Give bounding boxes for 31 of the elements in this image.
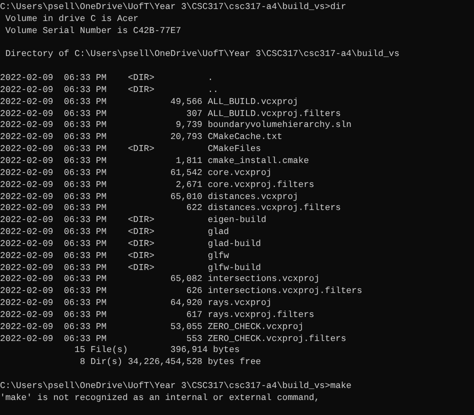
directory-entry: 2022-02-09 06:33 PM 20,793 CMakeCache.txt bbox=[0, 132, 282, 144]
directory-entry: 2022-02-09 06:33 PM <DIR> glfw-build bbox=[0, 262, 261, 274]
output-line: Volume in drive C is Acer bbox=[4, 14, 138, 26]
directory-entry: 2022-02-09 06:33 PM 64,920 rays.vcxproj bbox=[0, 298, 272, 310]
directory-entry: 2022-02-09 06:33 PM 2,671 core.vcxproj.filters bbox=[0, 180, 314, 192]
directory-entry: 2022-02-09 06:33 PM <DIR> eigen-build bbox=[0, 215, 266, 228]
directory-entry: 2022-02-09 06:33 PM 61,542 core.vcxproj bbox=[0, 168, 272, 180]
directory-entry: 2022-02-09 06:33 PM <DIR> glad-build bbox=[0, 238, 261, 251]
directory-entry: 2022-02-09 06:33 PM 1,811 cmake_install.cmake bbox=[0, 156, 309, 168]
directory-entry: 2022-02-09 06:33 PM 49,566 ALL_BUILD.vcxproj bbox=[0, 96, 298, 109]
summary-line: 8 Dir(s) 34,226,454,528 bytes free bbox=[78, 357, 261, 370]
directory-entry: 2022-02-09 06:33 PM 553 ZERO_CHECK.vcxproj.filters bbox=[0, 334, 346, 346]
directory-entry: 2022-02-09 06:33 PM 65,010 distances.vcxproj bbox=[0, 192, 298, 204]
directory-entry: 2022-02-09 06:33 PM <DIR> . bbox=[0, 73, 214, 85]
command-line: C:\Users\psell\OneDrive\UofT\Year 3\CSC317\csc317-a4\build_vs>dir bbox=[0, 2, 346, 14]
command-line: C:\Users\psell\OneDrive\UofT\Year 3\CSC317\csc317-a4\build_vs>make bbox=[0, 381, 352, 393]
directory-entry: 2022-02-09 06:33 PM 9,739 boundaryvolumehierarchy.sln bbox=[0, 120, 352, 132]
directory-entry: 2022-02-09 06:33 PM 53,055 ZERO_CHECK.vcxproj bbox=[0, 322, 304, 334]
error-message: 'make' is not recognized as an internal or external command, bbox=[0, 392, 320, 405]
directory-entry: 2022-02-09 06:33 PM 65,082 intersections.vcxproj bbox=[0, 274, 320, 286]
directory-entry: 2022-02-09 06:33 PM <DIR> glad bbox=[0, 227, 230, 239]
summary-line: 15 File(s) 396,914 bytes bbox=[74, 345, 240, 358]
directory-entry: 2022-02-09 06:33 PM 626 intersections.vcxproj.filters bbox=[0, 286, 362, 298]
directory-entry: 2022-02-09 06:33 PM <DIR> CMakeFiles bbox=[0, 144, 261, 156]
directory-entry: 2022-02-09 06:33 PM <DIR> .. bbox=[0, 84, 218, 97]
output-line: Directory of C:\Users\psell\OneDrive\UofT\Year 3\CSC317\csc317-a4\build_vs bbox=[4, 49, 400, 62]
directory-entry: 2022-02-09 06:33 PM 622 distances.vcxproj.filters bbox=[0, 203, 341, 216]
directory-entry: 2022-02-09 06:33 PM 307 ALL_BUILD.vcxproj.filters bbox=[0, 108, 341, 120]
directory-entry: 2022-02-09 06:33 PM 617 rays.vcxproj.filters bbox=[0, 310, 314, 322]
output-line: Volume Serial Number is C42B-77E7 bbox=[4, 26, 182, 38]
directory-entry: 2022-02-09 06:33 PM <DIR> glfw bbox=[0, 250, 230, 263]
